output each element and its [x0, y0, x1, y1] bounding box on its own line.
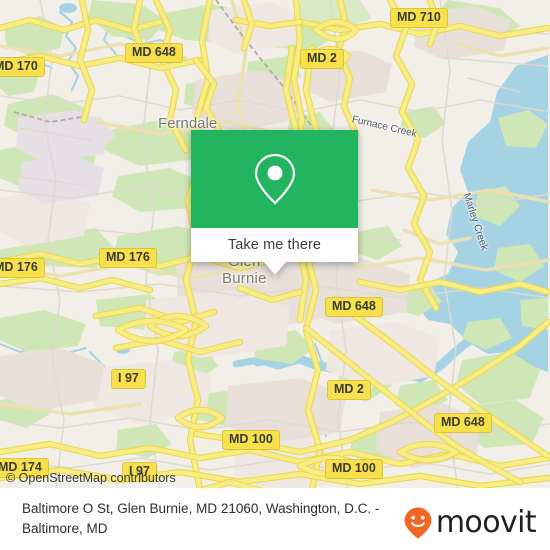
road-shield-md-2: MD 2 [300, 49, 344, 69]
road-shield-md-176-b: MD 176 [0, 258, 45, 278]
road-shield-md-710: MD 710 [390, 8, 448, 28]
road-shield-md-170: MD 170 [0, 57, 45, 77]
take-me-there-label: Take me there [227, 237, 322, 253]
popup-pointer [263, 262, 286, 275]
road-shield-md-648-c: MD 648 [434, 413, 492, 433]
moovit-smiley-pin-icon [404, 507, 432, 539]
osm-attribution[interactable]: © OpenStreetMap contributors [6, 471, 176, 485]
popup-header [191, 130, 358, 228]
location-popup[interactable]: Take me there [191, 130, 358, 275]
map-canvas[interactable]: .w { fill:#a6d3e4; } .wl { fill:none; st… [0, 0, 550, 550]
road-shield-md-648: MD 648 [125, 43, 183, 63]
road-shield-md-176-a: MD 176 [99, 248, 157, 268]
moovit-wordmark: moovit [435, 505, 537, 540]
moovit-brand[interactable]: moovit [403, 505, 537, 540]
road-shield-md-648-b: MD 648 [325, 297, 383, 317]
map-vector: .w { fill:#a6d3e4; } .wl { fill:none; st… [0, 0, 550, 550]
address-line-1: Baltimore O St, Glen Burnie, MD 21060, W… [22, 501, 341, 516]
map-screenshot: .w { fill:#a6d3e4; } .wl { fill:none; st… [0, 0, 550, 550]
popup-cta[interactable]: Take me there [191, 228, 358, 262]
map-pin-icon [254, 153, 295, 205]
road-shield-md-100-a: MD 100 [222, 430, 280, 450]
address-text: Baltimore O St, Glen Burnie, MD 21060, W… [22, 499, 417, 539]
footer-bar: Baltimore O St, Glen Burnie, MD 21060, W… [0, 488, 550, 550]
road-shield-i-97-a: I 97 [111, 369, 146, 389]
road-shield-md-2-b: MD 2 [327, 380, 371, 400]
road-shield-md-100-b: MD 100 [325, 459, 383, 479]
